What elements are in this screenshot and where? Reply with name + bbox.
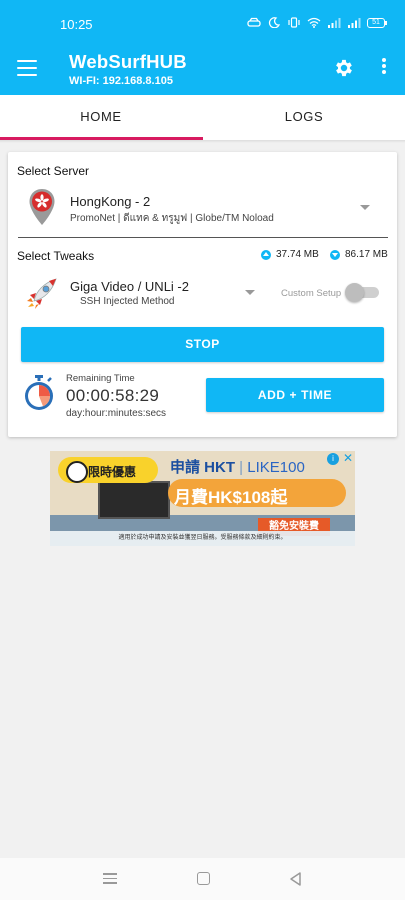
status-bar: 10:25 51 — [0, 0, 405, 45]
server-name: HongKong - 2 — [70, 194, 151, 209]
gear-icon[interactable] — [333, 57, 355, 79]
tab-shadow — [0, 140, 405, 143]
clock-icon — [66, 461, 88, 483]
remaining-time-value: 00:00:58:29 — [66, 386, 160, 405]
ad-banner[interactable]: 限時優惠 申請 HKT | LIKE100 月費HK$108起 豁免安裝費 適用… — [50, 451, 355, 546]
select-server-label: Select Server — [17, 164, 90, 178]
custom-setup-toggle[interactable] — [345, 283, 379, 302]
signal-icon-1 — [328, 18, 341, 28]
download-value: 86.17 MB — [345, 249, 388, 260]
ad-badge-text: 限時優惠 — [88, 465, 137, 479]
app-title: WebSurfHUB — [69, 51, 187, 72]
chevron-down-icon — [360, 205, 370, 210]
divider — [18, 237, 388, 238]
status-icons: 51 — [247, 17, 387, 28]
home-icon[interactable] — [195, 870, 213, 888]
upload-arrow-icon — [261, 249, 271, 260]
rocket-icon — [27, 278, 57, 309]
wifi-icon — [307, 17, 321, 28]
tab-bar: HOME LOGS — [0, 95, 405, 141]
server-description: PromoNet | ดีแทค & ทรูมูฟ | Globe/TM Nol… — [70, 213, 274, 224]
ad-tv-image — [98, 481, 170, 519]
server-dropdown[interactable]: HongKong - 2 PromoNet | ดีแทค & ทรูมูฟ |… — [8, 186, 397, 234]
remaining-time-label: Remaining Time — [66, 373, 135, 384]
hongkong-flag-pin-icon — [29, 189, 55, 225]
back-icon[interactable] — [287, 870, 305, 888]
system-nav-bar — [0, 858, 405, 900]
menu-icon[interactable] — [17, 60, 37, 76]
remaining-time-format: day:hour:minutes:secs — [66, 408, 167, 419]
signal-icon-2 — [348, 18, 361, 28]
vibrate-icon — [288, 17, 300, 28]
upload-stat: 37.74 MB — [261, 249, 319, 260]
ad-info-icon[interactable]: i — [327, 453, 339, 465]
ad-brand: 申請 HKT | LIKE100 — [170, 459, 305, 476]
select-tweaks-label: Select Tweaks — [17, 249, 95, 263]
tweak-method: SSH Injected Method — [80, 296, 175, 307]
download-arrow-icon — [330, 249, 340, 260]
custom-setup-label: Custom Setup — [281, 288, 342, 299]
chevron-down-icon — [245, 290, 255, 295]
ad-close-icon[interactable]: ✕ — [341, 451, 355, 465]
tab-logs[interactable]: LOGS — [203, 95, 405, 141]
tab-home[interactable]: HOME — [0, 95, 202, 141]
ad-fine-print: 適用於成功申請及安裝並獲翌日服務。受服務條款及細則約束。 — [50, 531, 355, 546]
tweak-dropdown[interactable]: Giga Video / UNLi -2 SSH Injected Method — [8, 272, 268, 312]
wifi-address: WI-FI: 192.168.8.105 — [69, 75, 173, 87]
stop-button[interactable]: STOP — [21, 327, 384, 362]
ad-price: 月費HK$108起 — [174, 488, 288, 507]
add-time-button[interactable]: ADD + TIME — [206, 378, 384, 412]
moon-icon — [268, 17, 281, 28]
battery-icon: 51 — [367, 17, 387, 28]
car-icon — [247, 17, 261, 27]
connection-card: Select Server HongKong - 2 PromoNet | ดี… — [8, 152, 397, 437]
ad-brand-name: 申請 HKT — [170, 459, 235, 476]
more-options-icon[interactable] — [380, 58, 388, 78]
app-header: 10:25 51 WebSurfHUB WI-FI: 192.168.8.105 — [0, 0, 405, 95]
tweak-name: Giga Video / UNLi -2 — [70, 279, 189, 294]
recents-icon[interactable] — [101, 870, 119, 888]
ad-badge: 限時優惠 — [58, 457, 158, 483]
status-time: 10:25 — [60, 17, 93, 32]
stopwatch-icon — [25, 375, 53, 410]
toggle-thumb — [345, 283, 364, 302]
ad-brand-partner: LIKE100 — [247, 459, 305, 476]
upload-value: 37.74 MB — [276, 249, 319, 260]
download-stat: 86.17 MB — [330, 249, 388, 260]
